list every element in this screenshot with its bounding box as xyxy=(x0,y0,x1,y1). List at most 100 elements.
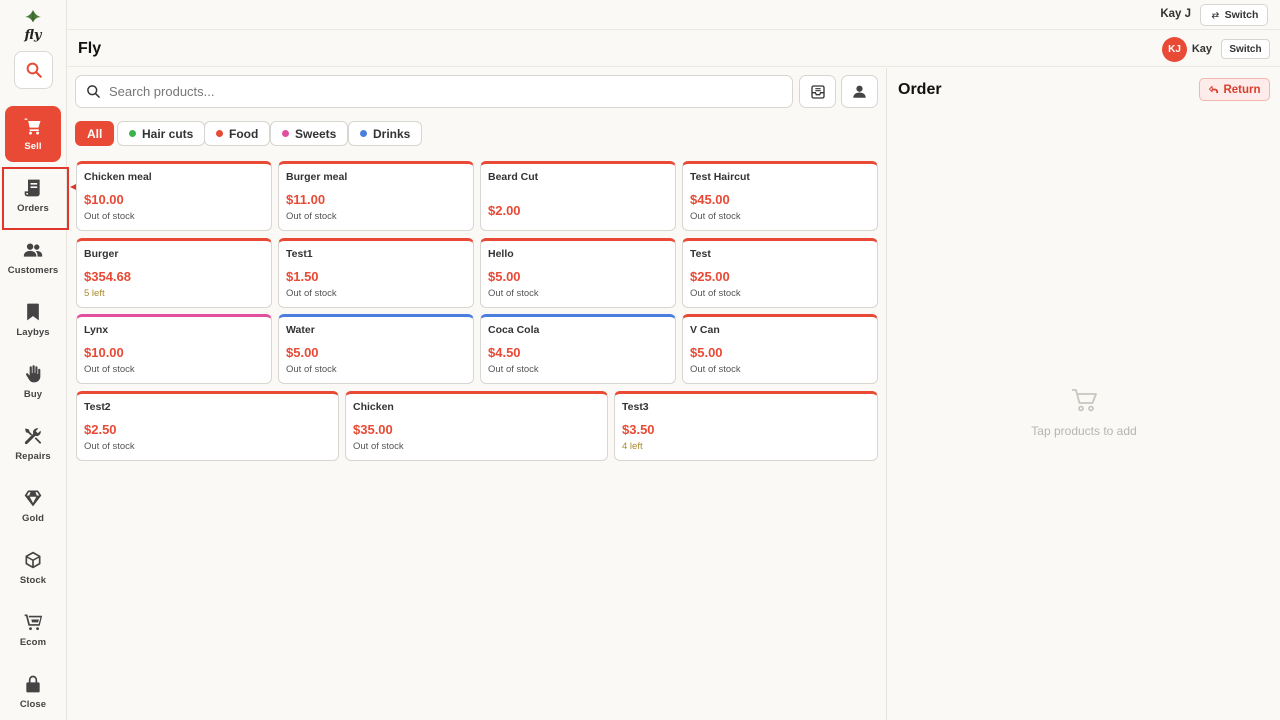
sidebar-item-stock[interactable]: Stock xyxy=(5,540,61,596)
product-stock: Out of stock xyxy=(286,288,337,299)
category-chip-sweets[interactable]: Sweets xyxy=(270,121,349,146)
product-card[interactable]: Chicken meal $10.00 Out of stock xyxy=(76,161,272,231)
box-icon xyxy=(25,551,41,569)
product-card[interactable]: Chicken $35.00 Out of stock xyxy=(345,391,608,461)
product-price: $35.00 xyxy=(353,422,393,437)
sidebar-item-label: Laybys xyxy=(16,327,50,338)
sidebar-item-label: Ecom xyxy=(19,637,47,648)
inventory-button[interactable] xyxy=(799,75,836,108)
product-stock: Out of stock xyxy=(353,441,404,452)
product-card[interactable]: Beard Cut $2.00 xyxy=(480,161,676,231)
product-card[interactable]: Burger meal $11.00 Out of stock xyxy=(278,161,474,231)
empty-order-message: Tap products to add xyxy=(1031,424,1137,438)
product-stock: Out of stock xyxy=(286,211,337,222)
tools-icon xyxy=(24,428,42,445)
product-card[interactable]: Test3 $3.50 4 left xyxy=(614,391,878,461)
product-card[interactable]: Test1 $1.50 Out of stock xyxy=(278,238,474,308)
hand-icon xyxy=(25,365,41,383)
top-bar: Kay J Switch xyxy=(67,0,1280,30)
annotation-highlight-box xyxy=(2,167,69,230)
product-search[interactable] xyxy=(75,75,793,108)
product-card[interactable]: Test2 $2.50 Out of stock xyxy=(76,391,339,461)
header-user-name: Kay xyxy=(1191,43,1212,55)
avatar[interactable]: KJ xyxy=(1162,37,1187,62)
sidebar-item-sell[interactable]: Sell xyxy=(5,106,61,162)
product-card[interactable]: Test Haircut $45.00 Out of stock xyxy=(682,161,878,231)
category-dot xyxy=(216,130,223,137)
product-card[interactable]: Water $5.00 Out of stock xyxy=(278,314,474,384)
category-chip-food[interactable]: Food xyxy=(204,121,271,146)
category-chip-hair-cuts[interactable]: Hair cuts xyxy=(117,121,206,146)
product-name: Coca Cola xyxy=(488,324,540,336)
top-switch-button[interactable]: Switch xyxy=(1200,4,1268,26)
product-price: $1.50 xyxy=(286,269,319,284)
sidebar-item-customers[interactable]: Customers xyxy=(5,230,61,286)
category-chip-drinks[interactable]: Drinks xyxy=(348,121,423,146)
customer-button[interactable] xyxy=(841,75,878,108)
product-name: Lynx xyxy=(84,324,109,336)
order-title: Order xyxy=(898,81,942,98)
sidebar-item-ecom[interactable]: Ecom xyxy=(5,602,61,658)
sidebar-item-close[interactable]: Close xyxy=(5,664,61,720)
product-card[interactable]: V Can $5.00 Out of stock xyxy=(682,314,878,384)
category-label: Sweets xyxy=(295,126,337,141)
product-name: Chicken xyxy=(353,401,394,413)
product-price: $11.00 xyxy=(286,192,326,207)
product-price: $3.50 xyxy=(622,422,655,437)
sidebar-item-label: Gold xyxy=(21,513,45,524)
return-icon xyxy=(1209,85,1219,94)
product-price: $4.50 xyxy=(488,345,521,360)
category-dot xyxy=(282,130,289,137)
category-dot xyxy=(360,130,367,137)
product-price: $10.00 xyxy=(84,192,124,207)
top-switch-label: Switch xyxy=(1224,9,1259,21)
cart-icon xyxy=(24,118,41,135)
product-card[interactable]: Test $25.00 Out of stock xyxy=(682,238,878,308)
product-stock: Out of stock xyxy=(690,288,741,299)
search-icon xyxy=(87,85,100,98)
sidebar: fly Sell Orders Customers Laybys Buy Rep… xyxy=(0,0,69,720)
category-chip-all[interactable]: All xyxy=(75,121,115,146)
user-icon xyxy=(853,85,866,98)
sidebar-item-gold[interactable]: Gold xyxy=(5,478,61,534)
sidebar-item-label: Close xyxy=(19,699,47,710)
category-label: Drinks xyxy=(373,126,411,141)
product-stock: Out of stock xyxy=(488,364,539,375)
product-price: $5.00 xyxy=(690,345,723,360)
lock-icon xyxy=(26,675,40,693)
category-label: All xyxy=(87,126,103,141)
header: Fly KJ Kay Switch xyxy=(67,31,1280,67)
search-input[interactable] xyxy=(109,84,709,99)
return-button[interactable]: Return xyxy=(1199,78,1270,101)
product-card[interactable]: Hello $5.00 Out of stock xyxy=(480,238,676,308)
sidebar-search-button[interactable] xyxy=(14,51,53,89)
sidebar-item-buy[interactable]: Buy xyxy=(5,354,61,410)
product-stock: Out of stock xyxy=(84,211,135,222)
product-card[interactable]: Lynx $10.00 Out of stock xyxy=(76,314,272,384)
product-stock: 5 left xyxy=(84,288,105,299)
product-price: $5.00 xyxy=(488,269,521,284)
product-name: Burger xyxy=(84,248,119,260)
header-switch-button[interactable]: Switch xyxy=(1221,39,1270,59)
product-name: Hello xyxy=(488,248,514,260)
product-name: Burger meal xyxy=(286,171,348,183)
product-card[interactable]: Coca Cola $4.50 Out of stock xyxy=(480,314,676,384)
sidebar-item-repairs[interactable]: Repairs xyxy=(5,416,61,472)
sidebar-item-laybys[interactable]: Laybys xyxy=(5,292,61,348)
category-label: Food xyxy=(229,126,259,141)
sidebar-item-label: Customers xyxy=(7,265,59,276)
swap-icon xyxy=(1211,11,1219,19)
product-price: $45.00 xyxy=(690,192,730,207)
product-price: $2.50 xyxy=(84,422,117,437)
product-name: Test2 xyxy=(84,401,111,413)
search-icon xyxy=(26,62,42,78)
order-panel: Order Return Tap products to add xyxy=(886,68,1280,720)
product-price: $10.00 xyxy=(84,345,124,360)
category-label: Hair cuts xyxy=(142,126,194,141)
product-name: Water xyxy=(286,324,315,336)
product-card[interactable]: Burger $354.68 5 left xyxy=(76,238,272,308)
people-icon xyxy=(23,243,43,257)
product-price: $354.68 xyxy=(84,269,131,284)
return-label: Return xyxy=(1223,83,1261,96)
product-name: Test Haircut xyxy=(690,171,750,183)
